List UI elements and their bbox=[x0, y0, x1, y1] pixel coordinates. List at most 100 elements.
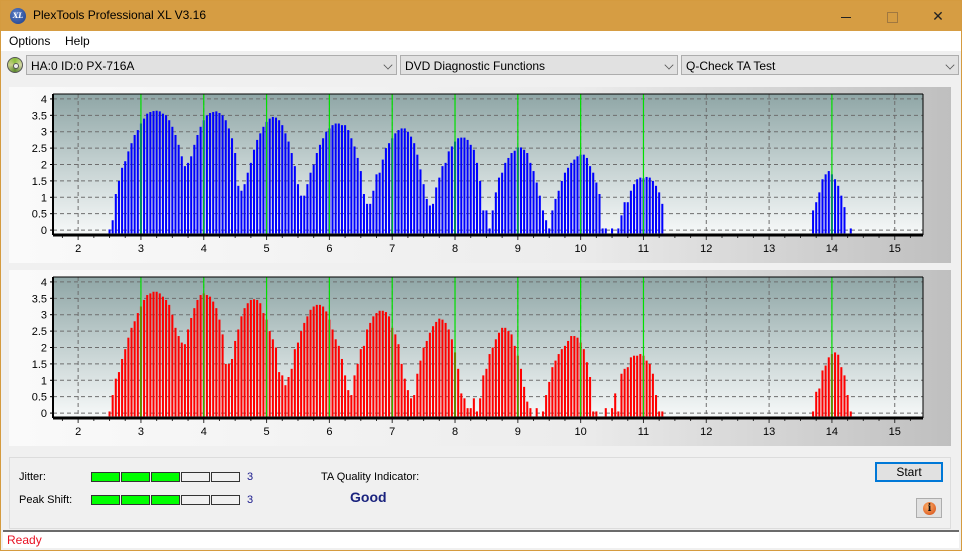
bar bbox=[322, 138, 325, 234]
bar bbox=[523, 386, 526, 417]
bar bbox=[504, 327, 507, 417]
bar bbox=[824, 174, 827, 234]
bar bbox=[460, 137, 463, 234]
bar bbox=[501, 327, 504, 417]
maximize-button[interactable] bbox=[869, 1, 915, 31]
bar bbox=[287, 377, 290, 417]
bar bbox=[475, 162, 479, 234]
bar bbox=[592, 411, 595, 417]
bar bbox=[428, 332, 431, 417]
x-tick-label: 14 bbox=[826, 426, 838, 438]
bar bbox=[259, 133, 262, 234]
bar bbox=[356, 363, 359, 417]
bar bbox=[388, 316, 391, 417]
bar bbox=[309, 309, 312, 417]
bar bbox=[488, 354, 491, 417]
bar bbox=[136, 130, 139, 234]
bar bbox=[834, 352, 837, 417]
bar bbox=[306, 316, 309, 417]
maximize-icon bbox=[886, 11, 898, 23]
bar bbox=[146, 295, 149, 417]
y-tick-label: 1.5 bbox=[32, 359, 47, 371]
bar bbox=[108, 411, 111, 417]
bar bbox=[347, 130, 350, 234]
bar bbox=[576, 337, 579, 417]
bar bbox=[199, 126, 202, 234]
bar bbox=[218, 113, 221, 234]
bar bbox=[545, 220, 548, 234]
bar bbox=[422, 347, 425, 417]
function-select[interactable]: DVD Diagnostic Functions bbox=[400, 55, 678, 75]
bar bbox=[507, 157, 510, 234]
bar bbox=[846, 395, 849, 417]
bar bbox=[570, 336, 573, 417]
bar bbox=[595, 182, 598, 234]
bar bbox=[271, 116, 274, 234]
bar bbox=[611, 408, 614, 417]
bar bbox=[193, 308, 196, 417]
title-bar[interactable]: XL PlexTools Professional XL V3.16 ✕ bbox=[1, 1, 961, 31]
info-button[interactable]: i bbox=[916, 498, 942, 518]
x-tick-label: 6 bbox=[326, 243, 332, 255]
bar bbox=[133, 321, 136, 417]
bar bbox=[205, 115, 208, 234]
y-tick-label: 1 bbox=[41, 192, 47, 204]
bar bbox=[501, 172, 504, 234]
bar bbox=[190, 156, 193, 234]
bar bbox=[243, 308, 246, 417]
bar bbox=[645, 360, 648, 417]
bar bbox=[494, 192, 497, 234]
bar bbox=[815, 202, 818, 234]
bar bbox=[274, 117, 278, 234]
bar bbox=[821, 370, 824, 417]
bar bbox=[362, 345, 365, 417]
meter-segment bbox=[91, 472, 120, 482]
bar bbox=[124, 349, 127, 417]
bar bbox=[416, 154, 419, 234]
bar bbox=[344, 375, 347, 417]
y-tick-label: 4 bbox=[41, 277, 47, 289]
bar bbox=[629, 190, 632, 234]
bar bbox=[438, 177, 441, 234]
menu-help[interactable]: Help bbox=[65, 34, 90, 48]
close-button[interactable]: ✕ bbox=[915, 1, 961, 31]
bar bbox=[347, 390, 350, 417]
bar bbox=[557, 354, 560, 417]
bar bbox=[227, 363, 230, 417]
drive-select[interactable]: HA:0 ID:0 PX-716A bbox=[26, 55, 397, 75]
bar bbox=[369, 322, 372, 417]
bar bbox=[290, 368, 293, 417]
bar bbox=[582, 154, 585, 234]
bar bbox=[541, 411, 544, 417]
minimize-button[interactable] bbox=[823, 1, 869, 31]
y-tick-label: 2.5 bbox=[32, 326, 47, 338]
bar bbox=[463, 137, 466, 234]
bar bbox=[224, 120, 227, 234]
menu-options[interactable]: Options bbox=[9, 34, 50, 48]
x-tick-label: 4 bbox=[201, 243, 207, 255]
bar bbox=[840, 195, 843, 234]
bar bbox=[152, 111, 155, 234]
bar bbox=[209, 113, 212, 234]
y-tick-label: 2.5 bbox=[32, 143, 47, 155]
bar bbox=[655, 185, 658, 234]
bar bbox=[843, 207, 846, 234]
bar bbox=[444, 322, 447, 417]
bar bbox=[315, 304, 318, 417]
bar bbox=[425, 198, 428, 234]
bar bbox=[548, 381, 551, 417]
bar bbox=[422, 184, 425, 234]
bar bbox=[246, 172, 249, 234]
bar bbox=[130, 327, 133, 417]
bar bbox=[482, 375, 485, 417]
start-button[interactable]: Start bbox=[875, 462, 943, 482]
bar bbox=[174, 134, 177, 234]
bar bbox=[281, 125, 284, 234]
bar bbox=[231, 138, 234, 234]
close-icon: ✕ bbox=[932, 8, 944, 24]
bar bbox=[303, 322, 306, 417]
bar bbox=[315, 153, 318, 234]
ta-quality-value: Good bbox=[350, 489, 387, 505]
bar bbox=[322, 306, 325, 417]
test-select[interactable]: Q-Check TA Test bbox=[681, 55, 959, 75]
